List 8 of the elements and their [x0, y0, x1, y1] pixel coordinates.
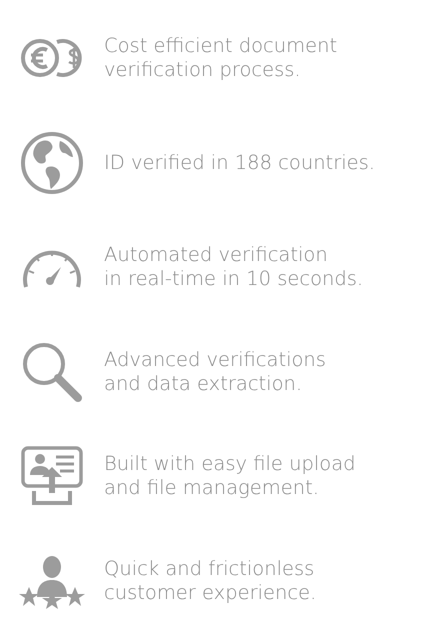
feature-text: Quick and frictionless customer experience.	[104, 556, 316, 605]
feature-text: Built with easy file upload and file management.	[104, 452, 356, 500]
feature-text: Cost efficient document verification process.	[104, 34, 338, 82]
id-card-upload-icon	[20, 445, 84, 508]
feature-text: Advanced verifications and data extraction.	[104, 348, 326, 396]
globe-icon	[20, 130, 84, 195]
feature-text: ID verified in 188 countries.	[104, 150, 375, 175]
feature-text: Automated verification in real-time in 10 seconds.	[104, 243, 364, 292]
